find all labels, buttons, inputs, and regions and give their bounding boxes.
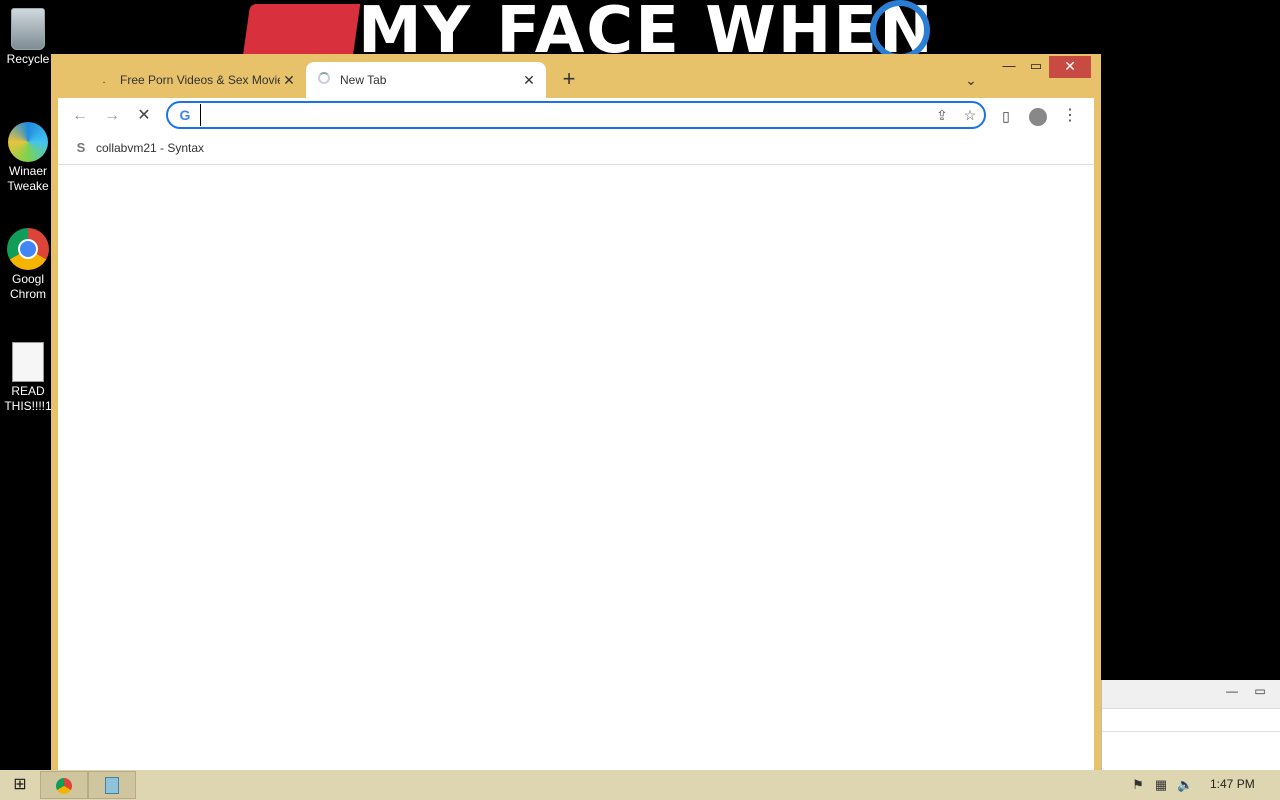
google-g-icon: G <box>179 107 191 123</box>
minimize-button[interactable]: — <box>1222 684 1242 704</box>
tab-active[interactable]: New Tab ✕ <box>306 62 546 98</box>
chrome-icon <box>56 777 72 794</box>
wallpaper-banner: MY FACE WHEN <box>240 0 930 58</box>
taskbar-clock[interactable]: 1:47 PM <box>1210 777 1255 791</box>
chevron-down-icon[interactable]: ⌄ <box>959 68 983 92</box>
wallpaper-red-shape <box>241 4 361 58</box>
volume-muted-icon[interactable]: 🔈 <box>1177 777 1193 793</box>
tab-title: New Tab <box>340 73 387 87</box>
browser-window: . Free Porn Videos & Sex Movies - ✕ New … <box>51 54 1101 800</box>
loading-spinner-icon <box>316 72 332 88</box>
bookmark-star-icon[interactable]: ☆ <box>956 107 984 124</box>
maximize-button[interactable]: ▭ <box>1250 684 1270 704</box>
address-input[interactable] <box>200 104 928 126</box>
profile-avatar-icon[interactable] <box>1026 104 1050 128</box>
notepad-icon <box>105 777 119 795</box>
desktop-icon-winaero-tweaker[interactable]: Winaer Tweake <box>0 122 56 194</box>
bookmarks-bar: S collabvm21 - Syntax <box>58 134 1094 165</box>
syntax-icon: S <box>76 140 86 155</box>
taskbar-notepad-button[interactable] <box>88 771 136 799</box>
share-icon[interactable]: ⇪ <box>928 107 956 124</box>
wallpaper-text: MY FACE WHEN <box>358 0 930 58</box>
maximize-button[interactable]: ▭ <box>1023 56 1049 78</box>
bookmark-label: collabvm21 - Syntax <box>96 140 205 155</box>
text-file-icon <box>12 342 44 382</box>
desktop-icon-label: READ <box>11 384 45 398</box>
close-tab-icon[interactable]: ✕ <box>520 71 538 89</box>
background-window-toolbar <box>1102 709 1280 732</box>
tab-title: Free Porn Videos & Sex Movies - <box>120 73 280 87</box>
desktop-icon-label: Winaer <box>8 164 47 178</box>
wallpaper-blue-shape <box>870 0 930 58</box>
bookmark-item[interactable]: S collabvm21 - Syntax <box>74 140 204 155</box>
back-arrow-icon[interactable]: ← <box>68 104 92 128</box>
action-center-flag-icon[interactable]: ⚑ <box>1130 777 1146 793</box>
browser-content-area: ← → ✕ G ⇪ ☆ ▯ ⋮ S collabvm21 - Syntax <box>58 98 1094 772</box>
address-bar[interactable]: G ⇪ ☆ <box>166 101 986 129</box>
tab-strip: . Free Porn Videos & Sex Movies - ✕ New … <box>51 54 1101 98</box>
tab-inactive[interactable]: . Free Porn Videos & Sex Movies - ✕ <box>86 62 306 98</box>
background-window: — ▭ <box>1101 680 1280 770</box>
desktop-icon-label: Tweake <box>7 179 49 193</box>
desktop-icon-google-chrome[interactable]: Googl Chrom <box>0 228 56 302</box>
desktop-icon-label: Googl <box>11 272 45 286</box>
desktop-icon-label: Recycle <box>6 52 50 66</box>
desktop-icon-recycle-bin[interactable]: Recycle <box>0 8 56 67</box>
desktop-icon-label: Chrom <box>9 287 46 301</box>
kebab-menu-icon[interactable]: ⋮ <box>1058 104 1082 128</box>
side-panel-icon[interactable]: ▯ <box>994 104 1018 128</box>
close-tab-icon[interactable]: ✕ <box>280 71 298 89</box>
browser-toolbar: ← → ✕ G ⇪ ☆ ▯ ⋮ <box>58 98 1094 134</box>
recycle-bin-icon <box>11 8 45 50</box>
minimize-button[interactable]: — <box>996 56 1022 78</box>
new-tab-button[interactable]: + <box>557 68 581 92</box>
dot-icon: . <box>102 74 106 86</box>
network-icon[interactable]: ▦ <box>1153 777 1169 793</box>
background-window-titlebar: — ▭ <box>1102 680 1280 709</box>
stop-loading-icon[interactable]: ✕ <box>132 104 156 128</box>
chrome-icon <box>7 228 49 270</box>
winaero-tweaker-icon <box>8 122 48 162</box>
taskbar: ⊞ ⚑ ▦ 🔈 1:47 PM <box>0 770 1280 800</box>
desktop-icon-readme[interactable]: READ THIS!!!!1 <box>0 342 56 414</box>
desktop-icon-label: THIS!!!!1 <box>4 399 52 413</box>
forward-arrow-icon[interactable]: → <box>100 104 124 128</box>
windows-start-icon[interactable]: ⊞ <box>6 774 34 796</box>
taskbar-chrome-button[interactable] <box>40 771 88 799</box>
close-window-button[interactable]: ✕ <box>1049 56 1091 78</box>
